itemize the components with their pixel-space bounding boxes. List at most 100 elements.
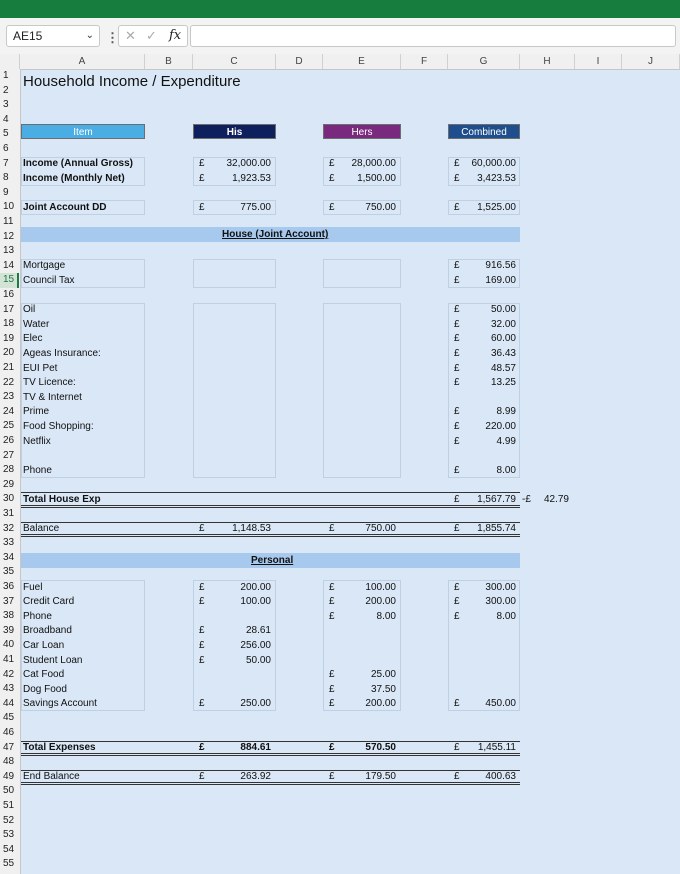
income-combined[interactable]: 60,000.00 <box>436 157 517 171</box>
house-heading[interactable]: House (Joint Account) <box>222 227 328 242</box>
row-header-6[interactable]: 6 <box>0 142 19 157</box>
house-item-combined[interactable]: 60.00 <box>436 332 516 346</box>
insert-function-icon[interactable]: fx <box>169 28 181 43</box>
row-header-18[interactable]: 18 <box>0 317 19 332</box>
joint-dd-combined[interactable]: 1,525.00 <box>436 201 516 215</box>
row-header-11[interactable]: 11 <box>0 215 19 230</box>
row-header-13[interactable]: 13 <box>0 244 19 259</box>
row-header-21[interactable]: 21 <box>0 361 19 376</box>
row-header-12[interactable]: 12 <box>0 230 19 245</box>
personal-item-label[interactable]: Student Loan <box>23 654 83 668</box>
personal-item-his[interactable]: 50.00 <box>191 654 271 668</box>
personal-item-label[interactable]: Cat Food <box>23 668 64 682</box>
personal-item-label[interactable]: Fuel <box>23 581 42 595</box>
house-item-label[interactable]: Oil <box>23 303 35 317</box>
personal-heading[interactable]: Personal <box>251 553 293 568</box>
row-header-48[interactable]: 48 <box>0 755 19 770</box>
income-hers[interactable]: 1,500.00 <box>316 172 396 186</box>
row-header-10[interactable]: 10 <box>0 200 19 215</box>
total-expenses-his[interactable]: 884.61 <box>191 741 271 755</box>
income-hers[interactable]: 28,000.00 <box>316 157 397 171</box>
income-label[interactable]: Income (Annual Gross) <box>23 157 133 171</box>
row-header-1[interactable]: 1 <box>0 69 19 84</box>
row-header-22[interactable]: 22 <box>0 376 19 391</box>
row-header-54[interactable]: 54 <box>0 843 19 858</box>
house-item-label[interactable]: TV & Internet <box>23 391 82 405</box>
row-header-3[interactable]: 3 <box>0 98 19 113</box>
joint-dd-hers[interactable]: 750.00 <box>316 201 396 215</box>
row-header-20[interactable]: 20 <box>0 346 19 361</box>
formula-input[interactable] <box>190 25 676 47</box>
personal-item-his[interactable]: 100.00 <box>191 595 271 609</box>
row-header-37[interactable]: 37 <box>0 595 19 610</box>
personal-item-combined[interactable]: 8.00 <box>436 610 516 624</box>
row-header-24[interactable]: 24 <box>0 405 19 420</box>
personal-item-combined[interactable]: 450.00 <box>436 697 516 711</box>
house-item-combined[interactable]: 8.99 <box>436 405 516 419</box>
joint-dd-label[interactable]: Joint Account DD <box>23 201 107 215</box>
row-header-7[interactable]: 7 <box>0 157 19 172</box>
row-header-36[interactable]: 36 <box>0 580 19 595</box>
house-item-label[interactable]: Council Tax <box>23 274 75 288</box>
end-balance-combined[interactable]: 400.63 <box>436 770 516 784</box>
personal-item-hers[interactable]: 25.00 <box>316 668 396 682</box>
house-item-combined[interactable]: 48.57 <box>436 362 516 376</box>
personal-item-label[interactable]: Car Loan <box>23 639 64 653</box>
end-balance-his[interactable]: 263.92 <box>191 770 271 784</box>
name-box[interactable]: AE15 ⌄ <box>6 25 100 47</box>
column-header-i[interactable]: I <box>575 54 622 69</box>
house-item-label[interactable]: Mortgage <box>23 259 65 273</box>
row-header-29[interactable]: 29 <box>0 478 19 493</box>
personal-item-hers[interactable]: 200.00 <box>316 697 396 711</box>
personal-item-hers[interactable]: 100.00 <box>316 581 396 595</box>
personal-item-hers[interactable]: 200.00 <box>316 595 396 609</box>
worksheet[interactable]: ABCDEFGHIJ 1 2 3 4 5 6 7 8 9 10 11 12 13 14 15 16 17 18 19… <box>0 54 680 874</box>
row-header-55[interactable]: 55 <box>0 857 19 872</box>
balance-label[interactable]: Balance <box>23 522 59 536</box>
personal-item-label[interactable]: Phone <box>23 610 52 624</box>
row-header-28[interactable]: 28 <box>0 463 19 478</box>
house-item-label[interactable]: Water <box>23 318 49 332</box>
income-combined[interactable]: 3,423.53 <box>436 172 516 186</box>
balance-his[interactable]: 1,148.53 <box>191 522 271 536</box>
total-expenses-label[interactable]: Total Expenses <box>23 741 96 755</box>
row-header-40[interactable]: 40 <box>0 638 19 653</box>
house-item-combined[interactable]: 8.00 <box>436 464 516 478</box>
personal-item-hers[interactable]: 37.50 <box>316 683 396 697</box>
house-item-label[interactable]: Phone <box>23 464 52 478</box>
row-header-14[interactable]: 14 <box>0 259 19 274</box>
row-header-32[interactable]: 32 <box>0 522 19 537</box>
row-header-35[interactable]: 35 <box>0 565 19 580</box>
row-header-2[interactable]: 2 <box>0 84 19 99</box>
row-header-8[interactable]: 8 <box>0 171 19 186</box>
total-expenses-combined[interactable]: 1,455.11 <box>436 741 516 755</box>
personal-item-combined[interactable]: 300.00 <box>436 595 516 609</box>
personal-item-label[interactable]: Savings Account <box>23 697 97 711</box>
row-header-31[interactable]: 31 <box>0 507 19 522</box>
house-item-combined[interactable]: 32.00 <box>436 318 516 332</box>
row-header-15[interactable]: 15 <box>0 273 19 288</box>
row-header-25[interactable]: 25 <box>0 419 19 434</box>
row-header-23[interactable]: 23 <box>0 390 19 405</box>
house-item-label[interactable]: Ageas Insurance: <box>23 347 101 361</box>
row-header-45[interactable]: 45 <box>0 711 19 726</box>
row-header-4[interactable]: 4 <box>0 113 19 128</box>
income-his[interactable]: 1,923.53 <box>191 172 271 186</box>
house-item-combined[interactable]: 220.00 <box>436 420 516 434</box>
row-header-50[interactable]: 50 <box>0 784 19 799</box>
row-header-34[interactable]: 34 <box>0 551 19 566</box>
house-item-combined[interactable]: 13.25 <box>436 376 516 390</box>
personal-item-combined[interactable]: 300.00 <box>436 581 516 595</box>
column-header-b[interactable]: B <box>145 54 193 69</box>
joint-dd-his[interactable]: 775.00 <box>191 201 271 215</box>
personal-item-his[interactable]: 256.00 <box>191 639 271 653</box>
header-his[interactable]: His <box>193 124 276 139</box>
house-item-combined[interactable]: 916.56 <box>436 259 516 273</box>
row-header-44[interactable]: 44 <box>0 697 19 712</box>
header-item[interactable]: Item <box>21 124 145 139</box>
total-house-combined[interactable]: 1,567.79 <box>436 493 516 507</box>
total-house-diff[interactable]: 42.79 <box>529 493 569 507</box>
column-header-h[interactable]: H <box>520 54 575 69</box>
column-header-e[interactable]: E <box>323 54 401 69</box>
balance-combined[interactable]: 1,855.74 <box>436 522 516 536</box>
